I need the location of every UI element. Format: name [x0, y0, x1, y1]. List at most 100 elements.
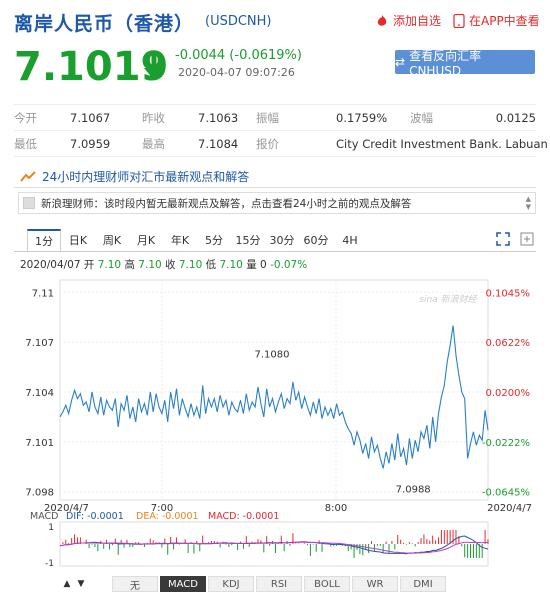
- high-annotation: 7.1080: [255, 350, 290, 361]
- y-tick-label: 7.11: [32, 288, 54, 299]
- bar-close-label: 收: [165, 259, 176, 271]
- advisor-blurb-text: 24小时内理财师对汇市最新观点和解答: [42, 170, 250, 184]
- intraday-chart[interactable]: 7.11 7.107 7.104 7.101 7.098 0.1045% 0.0622% 0.…: [0, 272, 550, 572]
- indicator-tab-wr[interactable]: WR: [352, 576, 398, 592]
- indicator-tabs: ▲ ▼ 无 MACD KDJ RSI BOLL WR DMI: [60, 576, 448, 592]
- stat-label: 振幅: [256, 110, 279, 125]
- tab-yearly-k[interactable]: 年K: [163, 229, 197, 251]
- watermark: sina 新浪财经: [419, 294, 477, 305]
- stat-value: 7.1067: [70, 110, 111, 125]
- scroll-down-icon[interactable]: ▼: [526, 203, 531, 211]
- settings-icon[interactable]: [520, 232, 534, 246]
- price-line: [59, 325, 489, 469]
- reverse-rate-label: 查看反向汇率 CNHUSD: [409, 48, 482, 78]
- y-tick-label: 7.107: [25, 338, 54, 349]
- bar-low: 7.10: [219, 259, 243, 271]
- pct-tick-label: 0.1045%: [486, 288, 531, 299]
- stat-value: 7.1084: [198, 136, 239, 151]
- bar-quote-line: 2020/04/07 开 7.10 高 7.10 收 7.10 低 7.10 量…: [20, 257, 307, 272]
- page-title: 离岸人民币（香港）: [14, 13, 195, 35]
- stat-value: 0.1759%: [336, 110, 388, 125]
- bar-vol: 0: [260, 259, 267, 271]
- quote-timestamp: 2020-04-07 09:07:26: [178, 66, 295, 79]
- stat-value: City Credit Investment Bank. Labuan: [336, 136, 548, 151]
- stat-label: 波幅: [410, 110, 433, 125]
- swap-icon: ⇄: [395, 55, 406, 69]
- fullscreen-icon[interactable]: [496, 232, 510, 246]
- advisor-avatar: [23, 197, 35, 209]
- tab-divider: [14, 251, 536, 252]
- stat-label: 今开: [14, 110, 37, 125]
- fire-icon: [377, 14, 387, 26]
- bar-open-label: 开: [83, 259, 95, 271]
- y-tick-label: 7.098: [25, 488, 54, 499]
- tab-monthly-k[interactable]: 月K: [129, 229, 163, 251]
- stat-label: 最低: [14, 136, 37, 151]
- open-in-app-button[interactable]: 在APP中查看: [453, 12, 540, 29]
- stats-table: 今开 7.1067 昨收 7.1063 振幅 0.1759% 波幅 0.0125…: [14, 104, 548, 157]
- macd-tick: 1: [48, 523, 54, 533]
- bar-date: 2020/04/07: [20, 259, 81, 271]
- currency-code: (USDCNH): [205, 14, 272, 29]
- phone-icon: [453, 13, 465, 28]
- bar-low-label: 低: [205, 259, 217, 271]
- trend-icon: [20, 170, 36, 182]
- indicator-tab-macd[interactable]: MACD: [160, 576, 206, 592]
- tab-15min[interactable]: 15分: [231, 229, 265, 251]
- indicator-tab-boll[interactable]: BOLL: [304, 576, 350, 592]
- scroll-up-icon[interactable]: ▲: [526, 195, 531, 203]
- stat-value: 7.1063: [198, 110, 239, 125]
- pct-tick-label: -0.0645%: [482, 488, 530, 499]
- indicator-tab-dmi[interactable]: DMI: [400, 576, 446, 592]
- price-change: -0.0044 (-0.0619%): [175, 48, 302, 63]
- plot-frame: [59, 279, 489, 501]
- add-watchlist-label: 添加自选: [393, 14, 442, 28]
- bar-close: 7.10: [178, 259, 203, 271]
- arrow-down-icon: [144, 53, 164, 80]
- bar-open: 7.10: [97, 259, 122, 271]
- tab-30min[interactable]: 30分: [265, 229, 299, 251]
- tab-5min[interactable]: 5分: [197, 229, 231, 251]
- stat-label: 报价: [256, 136, 279, 151]
- indicator-tab-none[interactable]: 无: [112, 576, 158, 592]
- bar-pct: -0.07%: [270, 259, 308, 271]
- stats-row: 今开 7.1067 昨收 7.1063 振幅 0.1759% 波幅 0.0125: [14, 105, 536, 131]
- nav-down-icon[interactable]: ▼: [74, 576, 88, 592]
- macd-dif: DIF: -0.0001: [66, 511, 124, 522]
- add-watchlist-button[interactable]: 添加自选: [375, 12, 441, 29]
- macd-label: MACD: [30, 511, 58, 522]
- tab-daily-k[interactable]: 日K: [61, 229, 95, 251]
- macd-macd: MACD: -0.0001: [208, 511, 279, 522]
- y-tick-label: 7.101: [25, 438, 54, 449]
- tab-weekly-k[interactable]: 周K: [95, 229, 129, 251]
- stat-value: 0.0125: [495, 110, 536, 125]
- period-tabs: 1分 日K 周K 月K 年K 5分 15分 30分 60分 4H: [27, 229, 367, 251]
- nav-up-icon[interactable]: ▲: [60, 576, 74, 592]
- pct-tick-label: 0.0200%: [486, 388, 531, 399]
- scroll-arrows[interactable]: ▲ ▼: [526, 195, 531, 211]
- pct-tick-label: -0.0222%: [482, 438, 530, 449]
- advisor-message[interactable]: 新浪理财师：该时段内暂无最新观点及解答，点击查看24小时之前的观点及解答 ▲ ▼: [18, 192, 536, 214]
- tab-60min[interactable]: 60分: [299, 229, 333, 251]
- stat-label: 昨收: [142, 110, 165, 125]
- open-in-app-label: 在APP中查看: [469, 14, 540, 28]
- stats-row: 最低 7.0959 最高 7.1084 报价 City Credit Inves…: [14, 131, 548, 157]
- x-tick-label: 8:00: [325, 503, 347, 514]
- pct-tick-label: 0.0622%: [486, 338, 531, 349]
- bar-high: 7.10: [138, 259, 162, 271]
- reverse-rate-button[interactable]: ⇄ 查看反向汇率 CNHUSD: [395, 49, 535, 78]
- bar-vol-label: 量: [246, 259, 257, 271]
- stat-value: 7.0959: [70, 136, 111, 151]
- macd-tick: -1: [45, 559, 54, 569]
- tab-4h[interactable]: 4H: [333, 229, 367, 251]
- advisor-message-text: 新浪理财师：该时段内暂无最新观点及解答，点击查看24小时之前的观点及解答: [41, 197, 412, 210]
- indicator-tab-rsi[interactable]: RSI: [256, 576, 302, 592]
- advisor-blurb-link[interactable]: 24小时内理财师对汇市最新观点和解答: [14, 166, 536, 188]
- low-annotation: 7.0988: [396, 484, 431, 495]
- y-tick-label: 7.104: [25, 388, 54, 399]
- bar-high-label: 高: [124, 259, 135, 271]
- indicator-tab-kdj[interactable]: KDJ: [208, 576, 254, 592]
- tab-1min[interactable]: 1分: [27, 229, 61, 251]
- x-tick-label: 2020/4/7: [487, 503, 532, 514]
- macd-dea: DEA: -0.0001: [136, 511, 199, 522]
